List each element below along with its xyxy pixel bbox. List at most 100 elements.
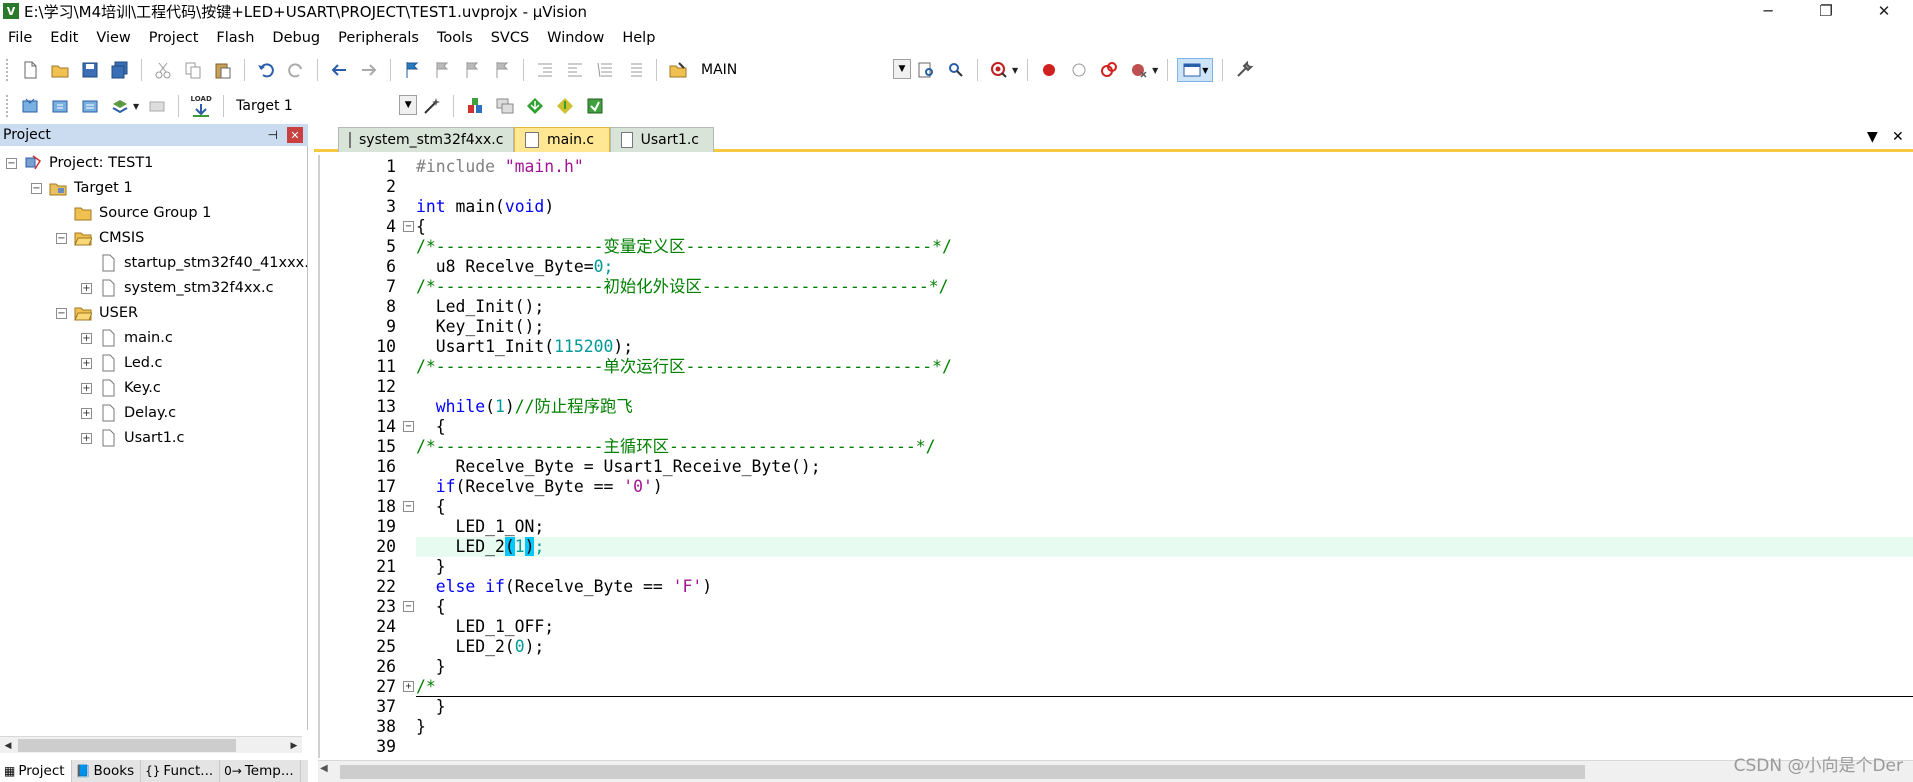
editor-horizontal-scrollbar[interactable]: ◀ bbox=[318, 760, 1913, 782]
menu-edit[interactable]: Edit bbox=[41, 30, 87, 46]
cut-icon[interactable] bbox=[151, 58, 175, 82]
code-line-7[interactable]: 7 /*-----------------初始化外设区-------------… bbox=[320, 277, 1913, 297]
fold-collapse-icon[interactable]: − bbox=[403, 501, 414, 512]
target-options-magic-wand-icon[interactable] bbox=[420, 94, 444, 118]
expand-icon[interactable]: + bbox=[81, 432, 92, 444]
menu-debug[interactable]: Debug bbox=[263, 30, 329, 46]
undo-icon[interactable] bbox=[254, 58, 278, 82]
code-line-11[interactable]: 11 /*-----------------单次运行区-------------… bbox=[320, 357, 1913, 377]
indent-icon[interactable] bbox=[533, 58, 557, 82]
code-line-26[interactable]: 26 } bbox=[320, 657, 1913, 677]
code-line-18[interactable]: 18 − { bbox=[320, 497, 1913, 517]
pack-installer-icon[interactable] bbox=[553, 94, 577, 118]
tree-item-file[interactable]: + Usart1.c bbox=[81, 426, 185, 450]
code-line-39[interactable]: 39 bbox=[320, 737, 1913, 757]
tree-item-file[interactable]: startup_stm32f40_41xxx.s bbox=[81, 251, 307, 275]
tab-project[interactable]: ▦ Project bbox=[0, 760, 72, 782]
incremental-find-icon[interactable] bbox=[944, 58, 968, 82]
scroll-thumb[interactable] bbox=[18, 739, 236, 752]
toolbar-grip[interactable] bbox=[6, 59, 12, 81]
find-combo[interactable]: MAIN ▼ bbox=[697, 59, 911, 81]
menu-svcs[interactable]: SVCS bbox=[482, 30, 538, 46]
collapse-icon[interactable]: − bbox=[56, 307, 67, 319]
tree-item-source-group[interactable]: Source Group 1 bbox=[56, 201, 211, 225]
next-bookmark-icon[interactable] bbox=[460, 58, 484, 82]
menu-tools[interactable]: Tools bbox=[428, 30, 482, 46]
fold-collapse-icon[interactable]: − bbox=[403, 421, 414, 432]
find-in-files-icon[interactable] bbox=[666, 58, 690, 82]
enable-breakpoint-icon[interactable] bbox=[1067, 58, 1091, 82]
tree-item-cmsis[interactable]: − CMSIS bbox=[56, 226, 144, 250]
expand-icon[interactable]: + bbox=[81, 332, 92, 344]
navigate-back-icon[interactable] bbox=[327, 58, 351, 82]
configure-icon[interactable] bbox=[1232, 58, 1256, 82]
menu-peripherals[interactable]: Peripherals bbox=[329, 30, 428, 46]
menu-flash[interactable]: Flash bbox=[207, 30, 263, 46]
select-packs-icon[interactable] bbox=[523, 94, 547, 118]
code-line-9[interactable]: 9 Key_Init(); bbox=[320, 317, 1913, 337]
tree-item-file[interactable]: + Delay.c bbox=[81, 401, 176, 425]
tree-item-file[interactable]: + system_stm32f4xx.c bbox=[81, 276, 274, 300]
translate-icon[interactable] bbox=[18, 94, 42, 118]
save-icon[interactable] bbox=[78, 58, 102, 82]
code-line-19[interactable]: 19 LED_1_ON; bbox=[320, 517, 1913, 537]
close-window-button[interactable]: ✕ bbox=[1855, 0, 1913, 22]
code-line-17[interactable]: 17 if(Recelve_Byte == '0') bbox=[320, 477, 1913, 497]
menu-file[interactable]: File bbox=[0, 30, 41, 46]
breakpoint-dropdown-arrow[interactable]: ▼ bbox=[1152, 66, 1158, 75]
code-line-14[interactable]: 14 − { bbox=[320, 417, 1913, 437]
code-line-5[interactable]: 5 /*-----------------变量定义区--------------… bbox=[320, 237, 1913, 257]
code-line-4[interactable]: 4 − { bbox=[320, 217, 1913, 237]
pin-icon[interactable]: ⊣ bbox=[268, 128, 278, 142]
download-load-button[interactable]: LOAD bbox=[188, 94, 214, 118]
redo-icon[interactable] bbox=[284, 58, 308, 82]
stop-build-icon[interactable] bbox=[145, 94, 169, 118]
code-line-24[interactable]: 24 LED_1_OFF; bbox=[320, 617, 1913, 637]
close-tab-icon[interactable]: ✕ bbox=[1892, 129, 1904, 145]
navigate-forward-icon[interactable] bbox=[357, 58, 381, 82]
project-horizontal-scrollbar[interactable]: ◀ ▶ bbox=[0, 736, 302, 753]
rebuild-icon[interactable] bbox=[78, 94, 102, 118]
fold-collapse-icon[interactable]: − bbox=[403, 601, 414, 612]
code-line-6[interactable]: 6 u8 Recelve_Byte=0; bbox=[320, 257, 1913, 277]
tree-item-file[interactable]: + main.c bbox=[81, 326, 173, 350]
debug-dropdown-arrow[interactable]: ▼ bbox=[1012, 66, 1018, 75]
code-line-3[interactable]: 3 int main(void) bbox=[320, 197, 1913, 217]
menu-project[interactable]: Project bbox=[140, 30, 208, 46]
fold-expand-icon[interactable]: + bbox=[403, 681, 414, 692]
previous-bookmark-icon[interactable] bbox=[430, 58, 454, 82]
tree-item-target[interactable]: − Target 1 bbox=[31, 176, 133, 200]
code-line-38[interactable]: 38 } bbox=[320, 717, 1913, 737]
tree-item-file[interactable]: + Led.c bbox=[81, 351, 163, 375]
find-icon[interactable] bbox=[914, 58, 938, 82]
batch-build-dropdown-arrow[interactable]: ▼ bbox=[133, 102, 139, 111]
code-line-20-current[interactable]: 20 LED_2(1); bbox=[320, 537, 1913, 557]
debug-session-icon[interactable] bbox=[987, 58, 1011, 82]
collapse-icon[interactable]: − bbox=[6, 157, 17, 169]
clear-bookmarks-icon[interactable] bbox=[490, 58, 514, 82]
tab-list-dropdown-icon[interactable]: ▼ bbox=[1867, 129, 1878, 145]
expand-icon[interactable]: + bbox=[81, 382, 92, 394]
code-line-23[interactable]: 23 − { bbox=[320, 597, 1913, 617]
fold-collapse-icon[interactable]: − bbox=[403, 221, 414, 232]
tab-main-c[interactable]: main.c bbox=[514, 127, 610, 152]
expand-icon[interactable]: + bbox=[81, 407, 92, 419]
scroll-right-icon[interactable]: ▶ bbox=[286, 737, 302, 754]
batch-build-icon[interactable] bbox=[108, 94, 132, 118]
insert-breakpoint-icon[interactable] bbox=[1037, 58, 1061, 82]
target-select-dropdown[interactable]: ▼ bbox=[399, 95, 418, 115]
tab-books[interactable]: 📘 Books bbox=[72, 760, 142, 782]
tab-templates[interactable]: 0→ Temp... bbox=[220, 760, 301, 782]
code-line-1[interactable]: 1 #include "main.h" bbox=[320, 157, 1913, 177]
paste-icon[interactable] bbox=[211, 58, 235, 82]
code-line-15[interactable]: 15 /*-----------------主循环区--------------… bbox=[320, 437, 1913, 457]
menu-view[interactable]: View bbox=[87, 30, 139, 46]
code-line-37[interactable]: 37 } bbox=[320, 697, 1913, 717]
expand-icon[interactable]: + bbox=[81, 282, 92, 294]
run-time-environment-icon[interactable] bbox=[583, 94, 607, 118]
scroll-left-icon[interactable]: ◀ bbox=[320, 763, 328, 774]
find-combo-dropdown[interactable]: ▼ bbox=[893, 59, 911, 79]
tab-usart1-c[interactable]: Usart1.c bbox=[610, 127, 714, 152]
comment-icon[interactable] bbox=[593, 58, 617, 82]
code-line-8[interactable]: 8 Led_Init(); bbox=[320, 297, 1913, 317]
